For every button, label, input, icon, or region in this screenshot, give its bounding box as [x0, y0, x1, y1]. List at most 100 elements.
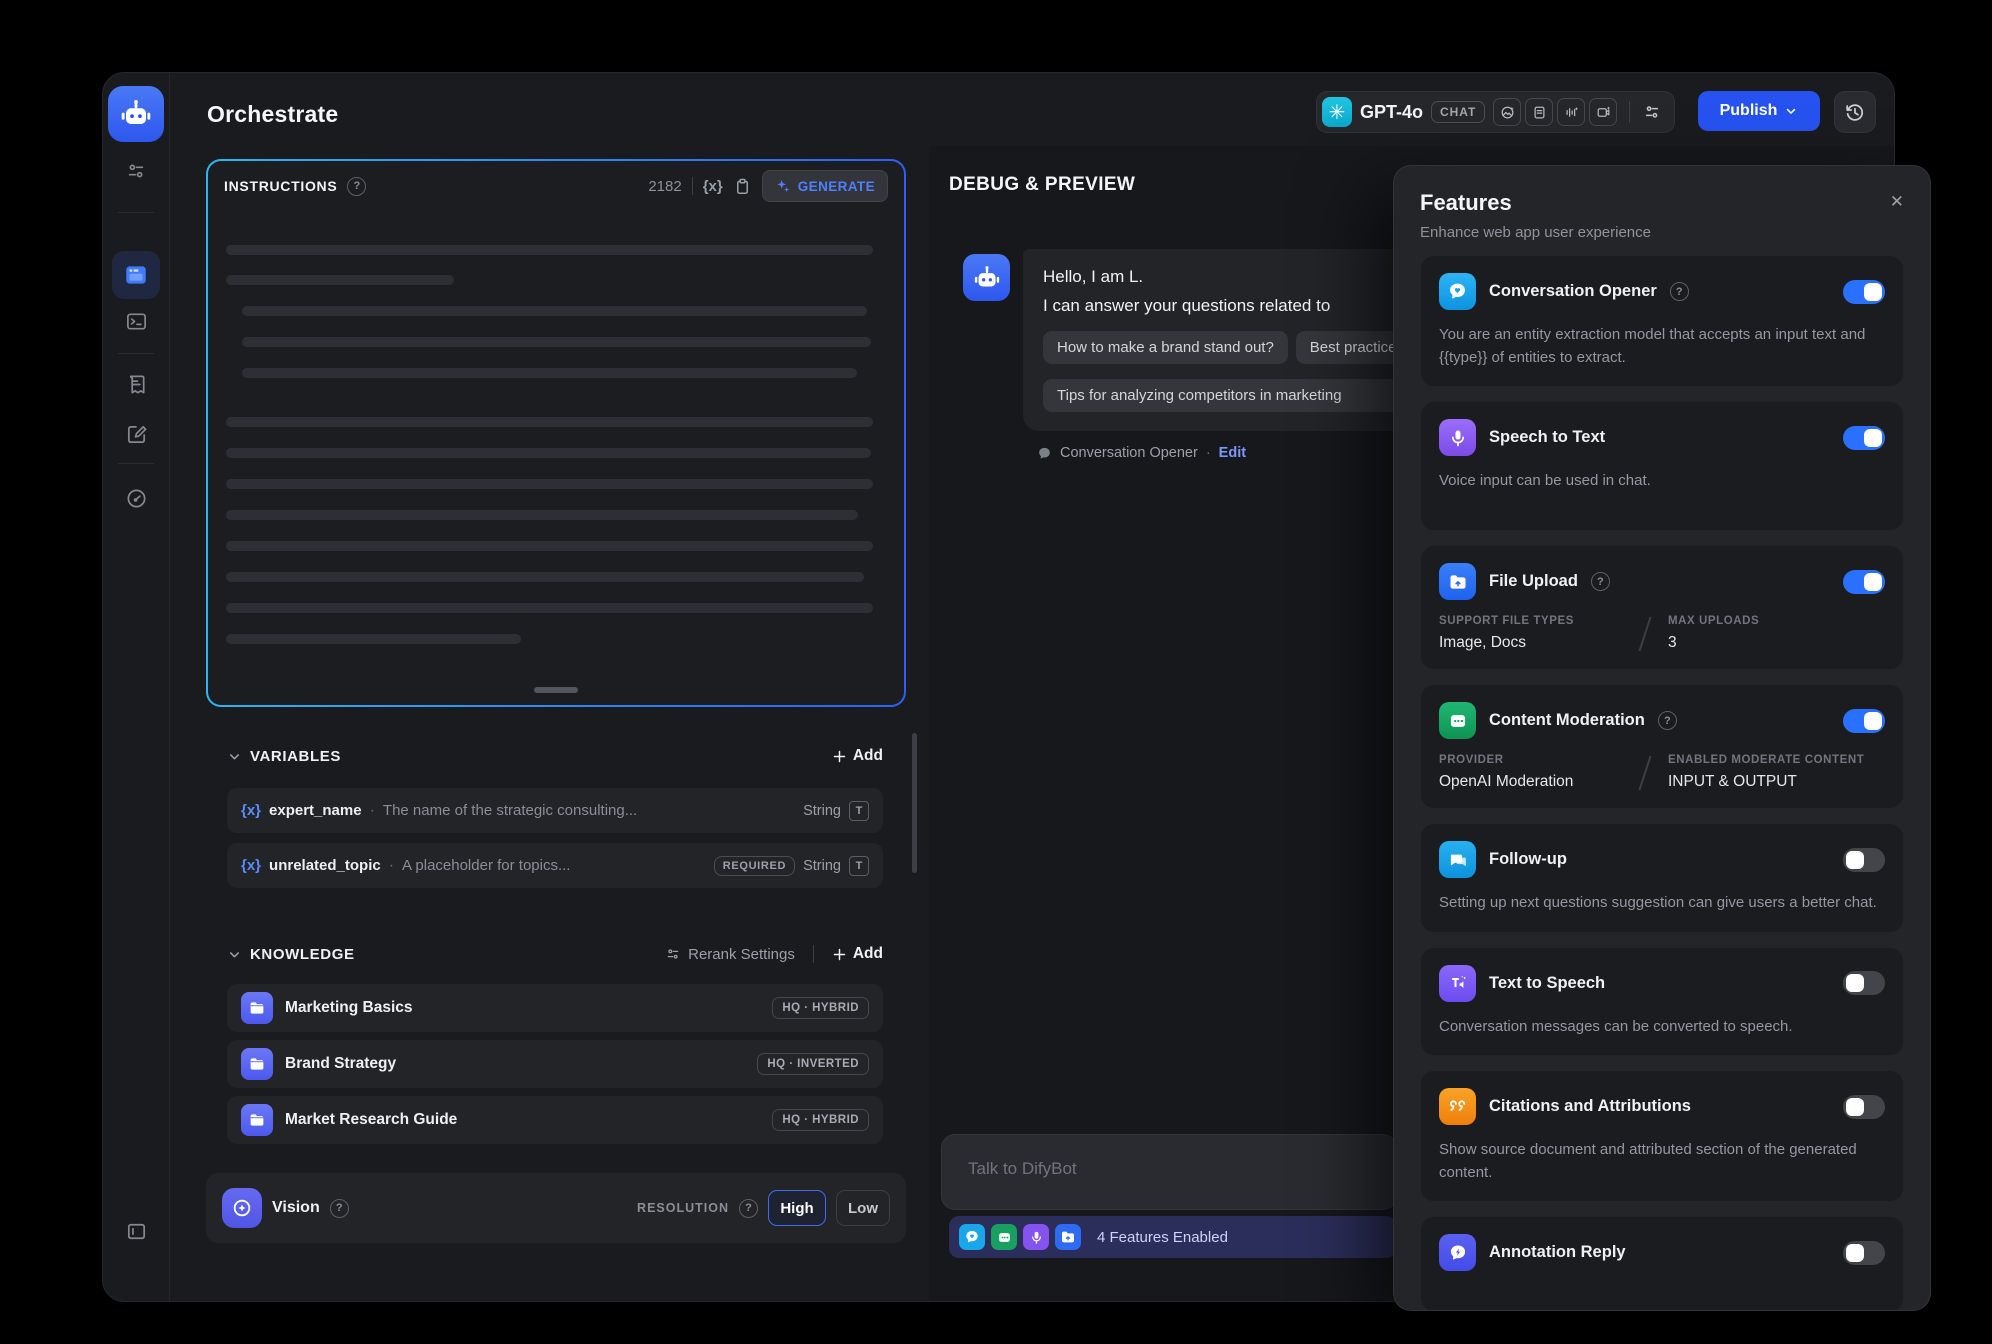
skeleton-line [226, 448, 871, 458]
microphone-icon [1439, 419, 1476, 456]
citations-toggle[interactable] [1843, 1095, 1885, 1119]
help-icon[interactable]: ? [347, 177, 366, 196]
add-variable-button[interactable]: Add [832, 747, 883, 765]
char-count: 2182 [648, 178, 681, 195]
resize-handle[interactable] [534, 687, 578, 693]
variable-description: A placeholder for topics... [402, 857, 706, 874]
edit-opener-link[interactable]: Edit [1219, 445, 1246, 461]
instructions-title: INSTRUCTIONS [224, 178, 337, 194]
skeleton-line [226, 541, 873, 551]
required-badge: REQUIRED [714, 856, 795, 876]
help-icon[interactable]: ? [739, 1199, 758, 1218]
knowledge-row[interactable]: Brand Strategy HQ · INVERTED [227, 1040, 883, 1088]
help-icon[interactable]: ? [1658, 711, 1677, 730]
sidebar [103, 73, 170, 1301]
annotation-edit-icon[interactable] [124, 422, 148, 446]
help-icon[interactable]: ? [1591, 572, 1610, 591]
app-avatar[interactable] [108, 86, 164, 142]
add-knowledge-button[interactable]: Add [832, 945, 883, 963]
feature-title: Conversation Opener [1489, 282, 1657, 301]
features-panel: Features ✕ Enhance web app user experien… [1393, 165, 1931, 1311]
help-icon[interactable]: ? [1670, 282, 1689, 301]
insert-variable-icon[interactable]: {x} [703, 178, 723, 195]
audio-wave-icon [1557, 98, 1585, 126]
chat-input[interactable]: Talk to DifyBot [941, 1134, 1397, 1210]
resolution-high-button[interactable]: High [768, 1190, 826, 1226]
log-icon[interactable] [124, 372, 148, 396]
model-tune-sliders-icon[interactable] [1642, 102, 1662, 122]
knowledge-badge: HQ · HYBRID [772, 997, 869, 1019]
video-sparkle-icon [1589, 98, 1617, 126]
features-enabled-bar[interactable]: 4 Features Enabled [949, 1216, 1396, 1258]
annotation-reply-toggle[interactable] [1843, 1241, 1885, 1265]
knowledge-badge: HQ · INVERTED [757, 1053, 869, 1075]
conversation-opener-icon [1439, 273, 1476, 310]
document-icon [1525, 98, 1553, 126]
gauge-icon[interactable] [124, 486, 148, 510]
scrollbar[interactable] [912, 733, 917, 873]
divider [1629, 101, 1630, 123]
plus-icon [832, 749, 847, 764]
close-icon[interactable]: ✕ [1890, 192, 1904, 212]
feature-card-annotation-reply: Annotation Reply ──────── ────── ──── ──… [1420, 1216, 1904, 1311]
section-title: VARIABLES [250, 748, 341, 765]
skeleton-line [226, 634, 521, 644]
feature-title: Annotation Reply [1489, 1243, 1626, 1262]
model-selector[interactable]: ✳ GPT-4o CHAT [1316, 91, 1675, 133]
instructions-header: INSTRUCTIONS ? 2182 {x} GENERATE [208, 161, 904, 211]
feature-title: Speech to Text [1489, 428, 1605, 447]
feature-description: Voice input can be used in chat. [1439, 470, 1885, 493]
skeleton-line [226, 510, 858, 520]
greeting-line: I can answer your questions related to [1043, 296, 1405, 316]
variables-header: VARIABLES Add [227, 747, 883, 765]
bot-message-bubble: Hello, I am L. I can answer your questio… [1023, 249, 1425, 431]
feature-title: Content Moderation [1489, 711, 1645, 730]
chat-bubble-icon [1037, 446, 1052, 461]
suggested-question-chip[interactable]: How to make a brand stand out? [1043, 331, 1288, 364]
variable-row[interactable]: {x} expert_name · The name of the strate… [227, 788, 883, 833]
chevron-down-icon[interactable] [227, 947, 242, 962]
text-to-speech-icon [1439, 965, 1476, 1002]
clipboard-icon[interactable] [733, 177, 752, 196]
kv-value: 3 [1668, 634, 1759, 652]
kv-label: MAX UPLOADS [1668, 615, 1759, 627]
speech-to-text-toggle[interactable] [1843, 426, 1885, 450]
follow-up-icon [1439, 841, 1476, 878]
feature-title: Follow-up [1489, 850, 1567, 869]
sliders-icon[interactable] [124, 159, 148, 183]
knowledge-header: KNOWLEDGE Rerank Settings Add [227, 945, 883, 963]
sidebar-item-orchestrate[interactable] [112, 251, 160, 299]
variable-icon: {x} [241, 857, 261, 874]
divider [692, 177, 693, 195]
skeleton-line [226, 572, 864, 582]
history-button[interactable] [1834, 91, 1876, 133]
knowledge-name: Market Research Guide [285, 1111, 760, 1129]
chevron-down-icon[interactable] [227, 749, 242, 764]
conversation-opener-icon [959, 1224, 985, 1250]
help-icon[interactable]: ? [330, 1199, 349, 1218]
skeleton-line [226, 603, 873, 613]
suggested-question-chip[interactable]: Tips for analyzing competitors in market… [1043, 379, 1425, 412]
text-to-speech-toggle[interactable] [1843, 971, 1885, 995]
knowledge-row[interactable]: Market Research Guide HQ · HYBRID [227, 1096, 883, 1144]
knowledge-row[interactable]: Marketing Basics HQ · HYBRID [227, 984, 883, 1032]
kv-value: OpenAI Moderation [1439, 773, 1644, 791]
content-moderation-toggle[interactable] [1843, 709, 1885, 733]
folder-icon [241, 992, 273, 1024]
publish-button[interactable]: Publish [1698, 91, 1820, 131]
terminal-icon[interactable] [124, 309, 148, 333]
conversation-opener-toggle[interactable] [1843, 280, 1885, 304]
file-upload-toggle[interactable] [1843, 570, 1885, 594]
follow-up-toggle[interactable] [1843, 848, 1885, 872]
rerank-settings-button[interactable]: Rerank Settings [665, 946, 795, 963]
collapse-panel-icon[interactable] [124, 1219, 148, 1243]
feature-card-file-upload: File Upload ? SUPPORT FILE TYPES Image, … [1420, 545, 1904, 670]
image-sparkle-icon [1493, 98, 1521, 126]
publish-label: Publish [1720, 102, 1778, 120]
feature-title: Citations and Attributions [1489, 1097, 1691, 1116]
variable-row[interactable]: {x} unrelated_topic · A placeholder for … [227, 843, 883, 888]
content-moderation-icon [1439, 702, 1476, 739]
feature-card-content-moderation: Content Moderation ? PROVIDER OpenAI Mod… [1420, 684, 1904, 809]
generate-button[interactable]: GENERATE [762, 170, 888, 202]
resolution-low-button[interactable]: Low [836, 1190, 890, 1226]
